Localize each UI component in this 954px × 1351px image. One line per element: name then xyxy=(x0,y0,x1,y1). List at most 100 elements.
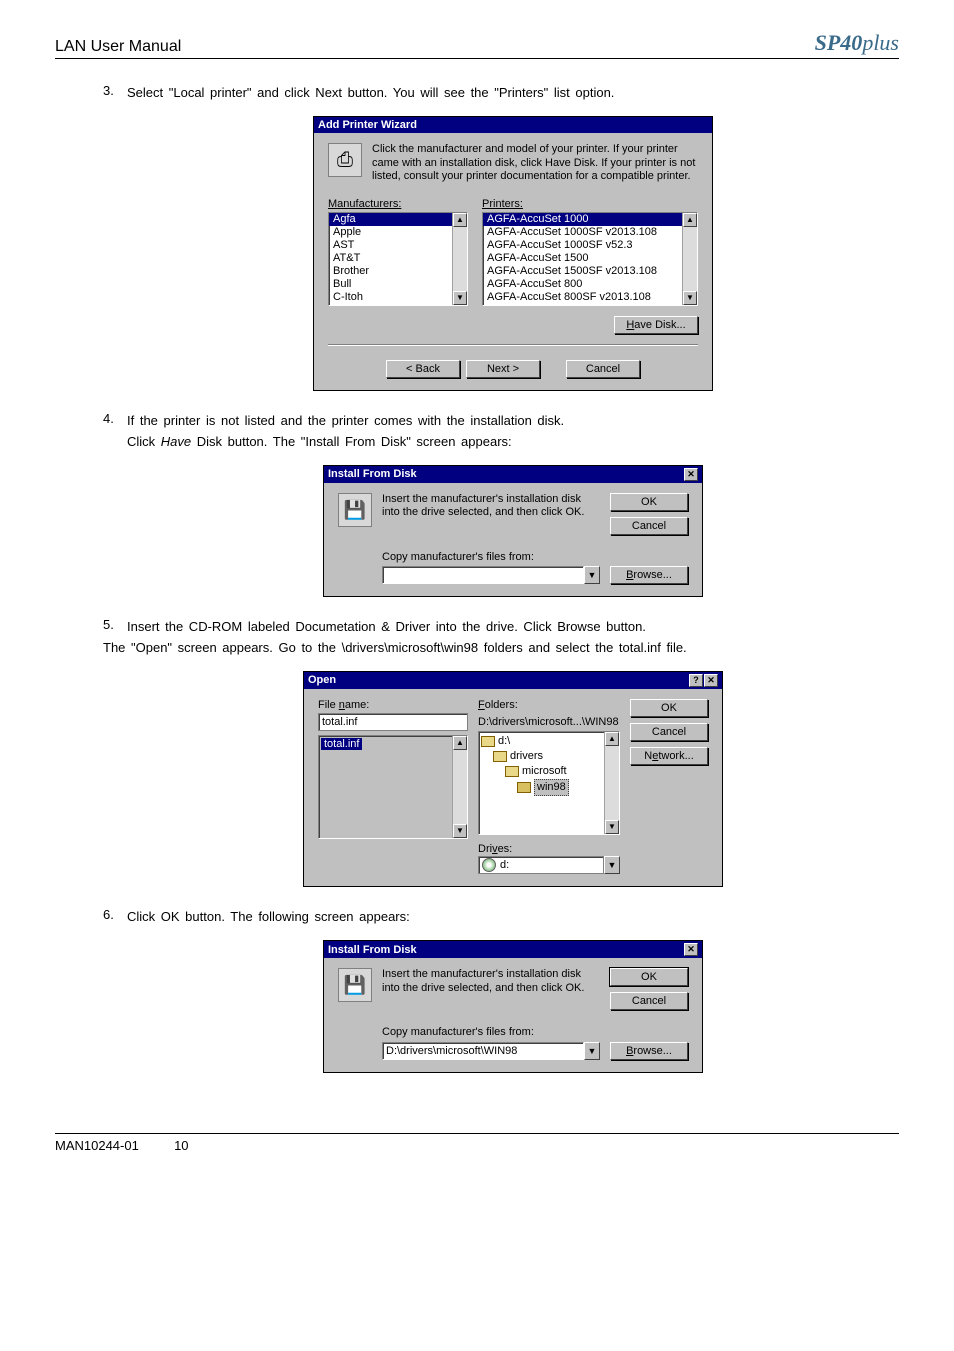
prn-scrollbar[interactable]: ▲▼ xyxy=(682,213,697,305)
open-cancel-button[interactable]: Cancel xyxy=(630,723,708,741)
ifd1-title: Install From Disk xyxy=(328,468,417,480)
step-5-text: Insert the CD-ROM labeled Documetation &… xyxy=(127,617,899,659)
step-3-num: 3. xyxy=(103,83,114,98)
step-6-num: 6. xyxy=(103,907,114,922)
footer-doc-id: MAN10244-01 xyxy=(55,1138,139,1153)
step-5-text-b: The "Open" screen appears. Go to the \dr… xyxy=(103,638,899,659)
step-3-text: Select "Local printer" and click Next bu… xyxy=(127,83,899,104)
ifd1-message: Insert the manufacturer's installation d… xyxy=(382,493,600,521)
mfg-item-agfa[interactable]: Agfa xyxy=(329,213,467,226)
folder-d[interactable]: d:\ xyxy=(481,734,617,749)
add-printer-wizard-dialog: Add Printer Wizard ⎙ Click the manufactu… xyxy=(313,116,713,391)
floppy-icon: 💾 xyxy=(338,493,372,527)
step-5: 5. Insert the CD-ROM labeled Documetatio… xyxy=(103,617,899,887)
ifd1-browse-button[interactable]: Browse... xyxy=(610,566,688,584)
mfg-item[interactable]: Brother xyxy=(329,265,467,278)
header-title: LAN User Manual xyxy=(55,38,181,56)
step-3: 3. Select "Local printer" and click Next… xyxy=(103,83,899,391)
open-network-button[interactable]: Network... xyxy=(630,747,708,765)
folders-label: Folders: xyxy=(478,699,620,713)
dropdown-icon[interactable]: ▼ xyxy=(584,566,600,584)
logo-plus: plus xyxy=(862,30,899,55)
mfg-item[interactable]: AT&T xyxy=(329,252,467,265)
folder-tree[interactable]: d:\ drivers microsoft win98 ▲▼ xyxy=(478,731,620,835)
step-4-num: 4. xyxy=(103,411,114,426)
help-icon[interactable]: ? xyxy=(689,674,703,687)
ifd2-browse-button[interactable]: Browse... xyxy=(610,1042,688,1060)
mfg-item[interactable]: Bull xyxy=(329,278,467,291)
prn-item-sel[interactable]: AGFA-AccuSet 1000 xyxy=(483,213,697,226)
prn-item[interactable]: AGFA-AccuSet 1500SF v2013.108 xyxy=(483,265,697,278)
step-5-num: 5. xyxy=(103,617,114,632)
prn-item[interactable]: AGFA-AccuSet 1000SF v52.3 xyxy=(483,239,697,252)
printers-list[interactable]: AGFA-AccuSet 1000 AGFA-AccuSet 1000SF v2… xyxy=(482,212,698,306)
next-button[interactable]: Next > xyxy=(466,360,540,378)
cancel-button[interactable]: Cancel xyxy=(566,360,640,378)
step-4: 4. If the printer is not listed and the … xyxy=(103,411,899,597)
close-icon[interactable]: ✕ xyxy=(684,468,698,481)
wizard-titlebar: Add Printer Wizard xyxy=(314,117,712,133)
ifd2-ok-button[interactable]: OK xyxy=(610,968,688,986)
file-name-input[interactable] xyxy=(318,713,468,731)
ifd1-path-input[interactable] xyxy=(382,566,584,584)
prn-item[interactable]: AGFA-AccuSet 800SF v2013.108 xyxy=(483,291,697,304)
step-4-text-pre: Click xyxy=(127,434,161,449)
ifd1-cancel-button[interactable]: Cancel xyxy=(610,517,688,535)
close-icon[interactable]: ✕ xyxy=(704,674,718,687)
folder-microsoft[interactable]: microsoft xyxy=(481,764,617,779)
step-4-text-a: If the printer is not listed and the pri… xyxy=(127,413,564,428)
back-button[interactable]: < Back xyxy=(386,360,460,378)
folder-icon xyxy=(517,782,531,793)
dropdown-icon[interactable]: ▼ xyxy=(584,1042,600,1060)
have-disk-button[interactable]: Have Disk... xyxy=(614,316,698,334)
open-ok-button[interactable]: OK xyxy=(630,699,708,717)
prn-item[interactable]: AGFA-AccuSet 1500 xyxy=(483,252,697,265)
open-titlebar: Open ? ✕ xyxy=(304,672,722,689)
printer-icon: ⎙ xyxy=(328,143,362,177)
close-icon[interactable]: ✕ xyxy=(684,943,698,956)
file-name-label: File name: xyxy=(318,699,468,713)
ifd1-titlebar: Install From Disk ✕ xyxy=(324,466,702,483)
step-5-text-a: Insert the CD-ROM labeled Documetation &… xyxy=(127,619,646,634)
open-dialog: Open ? ✕ File name: total.inf ▲▼ xyxy=(303,671,723,888)
mfg-label: anufacturers: xyxy=(337,198,401,210)
ifd2-title: Install From Disk xyxy=(328,944,417,956)
prn-label: rinters: xyxy=(489,198,523,210)
mfg-scrollbar[interactable]: ▲▼ xyxy=(452,213,467,305)
page-footer: MAN10244-01 10 xyxy=(55,1133,899,1153)
folders-path: D:\drivers\microsoft...\WIN98 xyxy=(478,713,620,731)
step-4-text-post: Disk button. The "Install From Disk" scr… xyxy=(191,434,512,449)
folder-scrollbar[interactable]: ▲▼ xyxy=(604,732,619,834)
ifd2-path-input[interactable] xyxy=(382,1042,584,1060)
prn-item[interactable]: AGFA-AccuSet 1000SF v2013.108 xyxy=(483,226,697,239)
folder-open-icon xyxy=(505,766,519,777)
step-4-have: Have xyxy=(161,434,191,449)
mfg-item[interactable]: Apple xyxy=(329,226,467,239)
file-list[interactable]: total.inf ▲▼ xyxy=(318,735,468,839)
ifd1-ok-button[interactable]: OK xyxy=(610,493,688,511)
wizard-title: Add Printer Wizard xyxy=(318,119,417,131)
ifd2-message: Insert the manufacturer's installation d… xyxy=(382,968,600,996)
step-6-text: Click OK button. The following screen ap… xyxy=(127,907,899,928)
page-header: LAN User Manual SP40plus xyxy=(55,30,899,59)
product-logo: SP40plus xyxy=(815,30,899,56)
instruction-list: 3. Select "Local printer" and click Next… xyxy=(55,83,899,1073)
dropdown-icon[interactable]: ▼ xyxy=(604,856,620,874)
file-item-sel[interactable]: total.inf xyxy=(321,738,362,750)
ifd2-cancel-button[interactable]: Cancel xyxy=(610,992,688,1010)
open-title: Open xyxy=(308,674,336,686)
ifd1-path-combo[interactable]: ▼ xyxy=(382,566,600,584)
drives-combo[interactable]: d: ▼ xyxy=(478,856,620,874)
drives-label: Drives: xyxy=(478,843,620,857)
wizard-message: Click the manufacturer and model of your… xyxy=(372,143,698,184)
folder-drivers[interactable]: drivers xyxy=(481,749,617,764)
file-scrollbar[interactable]: ▲▼ xyxy=(452,736,467,838)
ifd2-path-combo[interactable]: ▼ xyxy=(382,1042,600,1060)
mfg-item[interactable]: AST xyxy=(329,239,467,252)
manufacturers-list[interactable]: Agfa Apple AST AT&T Brother Bull C-Itoh … xyxy=(328,212,468,306)
mfg-item[interactable]: C-Itoh xyxy=(329,291,467,304)
folder-win98[interactable]: win98 xyxy=(481,779,617,796)
prn-item[interactable]: AGFA-AccuSet 800 xyxy=(483,278,697,291)
folder-open-icon xyxy=(481,736,495,747)
step-4-text: If the printer is not listed and the pri… xyxy=(127,411,899,453)
